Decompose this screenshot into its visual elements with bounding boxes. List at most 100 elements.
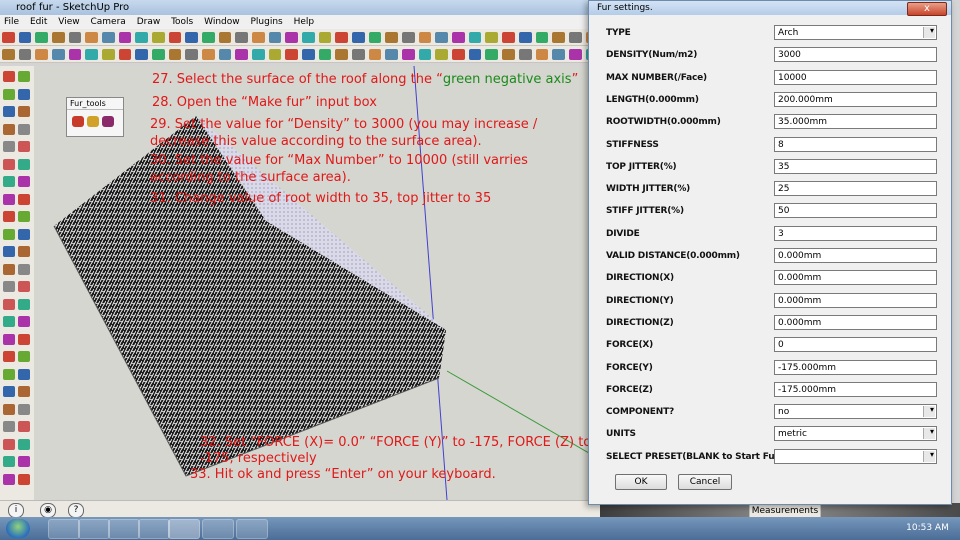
toolbar-tool-icon[interactable]: [418, 48, 432, 60]
left-tool-icon[interactable]: [3, 421, 15, 432]
toolbar-tool-icon[interactable]: [152, 48, 165, 60]
info-icon[interactable]: i: [8, 503, 24, 518]
toolbar-tool-icon[interactable]: [202, 31, 215, 43]
left-tool-icon[interactable]: [18, 123, 30, 135]
toolbar-tool-icon[interactable]: [318, 31, 332, 43]
field-input[interactable]: 50: [774, 203, 937, 218]
toolbar-tool-icon[interactable]: [18, 48, 32, 60]
left-tool-icon[interactable]: [18, 386, 30, 397]
toolbar-tool-icon[interactable]: [302, 31, 315, 43]
toolbar-tool-icon[interactable]: [152, 31, 165, 43]
cancel-button[interactable]: Cancel: [678, 474, 732, 490]
menu-plugins[interactable]: Plugins: [251, 17, 283, 27]
left-tool-icon[interactable]: [3, 71, 15, 82]
left-tool-icon[interactable]: [3, 193, 15, 205]
left-tool-icon[interactable]: [18, 211, 30, 222]
toolbar-tool-icon[interactable]: [335, 31, 349, 43]
dropdown-arrow-icon[interactable]: ▾: [930, 427, 942, 436]
taskbar-chrome-icon[interactable]: [236, 519, 268, 539]
left-tool-icon[interactable]: [18, 176, 30, 187]
ok-button[interactable]: OK: [615, 474, 667, 490]
field-input[interactable]: 3000: [774, 47, 937, 62]
left-tool-icon[interactable]: [3, 386, 15, 397]
fur-tool-edit-icon[interactable]: [87, 116, 99, 127]
toolbar-tool-icon[interactable]: [352, 48, 365, 60]
left-tool-icon[interactable]: [18, 246, 30, 257]
field-input[interactable]: 200.000mm: [774, 92, 937, 107]
left-tool-icon[interactable]: [18, 456, 30, 467]
toolbar-tool-icon[interactable]: [252, 31, 265, 43]
toolbar-tool-icon[interactable]: [85, 48, 99, 60]
toolbar-tool-icon[interactable]: [118, 48, 132, 60]
field-select[interactable]: metric: [774, 426, 937, 441]
menu-tools[interactable]: Tools: [171, 17, 193, 27]
left-tool-icon[interactable]: [3, 456, 15, 467]
toolbar-tool-icon[interactable]: [568, 48, 582, 60]
left-tool-icon[interactable]: [18, 193, 30, 205]
menu-file[interactable]: File: [4, 17, 19, 27]
toolbar-tool-icon[interactable]: [68, 31, 82, 43]
left-tool-icon[interactable]: [18, 281, 30, 292]
taskbar-photoshop-icon[interactable]: [78, 519, 110, 539]
toolbar-tool-icon[interactable]: [402, 48, 415, 60]
taskbar-firefox-icon[interactable]: [48, 519, 80, 539]
start-button[interactable]: [6, 519, 30, 538]
left-tool-icon[interactable]: [3, 281, 15, 292]
left-tool-icon[interactable]: [18, 473, 30, 485]
toolbar-tool-icon[interactable]: [435, 48, 449, 60]
taskbar-app-icon[interactable]: [108, 519, 140, 539]
toolbar-tool-icon[interactable]: [102, 31, 115, 43]
toolbar-tool-icon[interactable]: [318, 48, 332, 60]
field-input[interactable]: 35.000mm: [774, 114, 937, 129]
toolbar-tool-icon[interactable]: [268, 48, 282, 60]
left-tool-icon[interactable]: [3, 141, 15, 152]
left-tool-icon[interactable]: [18, 438, 30, 450]
field-select[interactable]: no: [774, 404, 937, 419]
left-tool-icon[interactable]: [3, 438, 15, 450]
dropdown-arrow-icon[interactable]: ▾: [930, 450, 942, 459]
toolbar-tool-icon[interactable]: [68, 48, 82, 60]
toolbar-tool-icon[interactable]: [385, 48, 399, 60]
toolbar-tool-icon[interactable]: [235, 48, 249, 60]
toolbar-tool-icon[interactable]: [502, 31, 515, 43]
field-input[interactable]: 0.000mm: [774, 270, 937, 285]
field-input[interactable]: 0.000mm: [774, 293, 937, 308]
toolbar-tool-icon[interactable]: [485, 31, 499, 43]
field-input[interactable]: 25: [774, 181, 937, 196]
left-tool-icon[interactable]: [3, 106, 15, 117]
toolbar-tool-icon[interactable]: [85, 31, 99, 43]
toolbar-tool-icon[interactable]: [118, 31, 132, 43]
taskbar-clock[interactable]: 10:53 AM: [900, 519, 955, 538]
toolbar-tool-icon[interactable]: [535, 48, 549, 60]
fur-tool-make-icon[interactable]: [72, 116, 84, 127]
toolbar-tool-icon[interactable]: [185, 48, 199, 60]
toolbar-tool-icon[interactable]: [52, 48, 65, 60]
left-tool-icon[interactable]: [18, 368, 30, 380]
toolbar-tool-icon[interactable]: [302, 48, 315, 60]
left-tool-icon[interactable]: [18, 106, 30, 117]
left-tool-icon[interactable]: [18, 421, 30, 432]
menu-camera[interactable]: Camera: [90, 17, 125, 27]
toolbar-tool-icon[interactable]: [135, 48, 149, 60]
toolbar-tool-icon[interactable]: [502, 48, 515, 60]
toolbar-tool-icon[interactable]: [168, 48, 182, 60]
field-input[interactable]: 0.000mm: [774, 315, 937, 330]
toolbar-tool-icon[interactable]: [435, 31, 449, 43]
toolbar-tool-icon[interactable]: [468, 48, 482, 60]
toolbar-tool-icon[interactable]: [402, 31, 415, 43]
toolbar-tool-icon[interactable]: [518, 48, 532, 60]
left-tool-icon[interactable]: [18, 351, 30, 362]
toolbar-tool-icon[interactable]: [35, 31, 49, 43]
taskbar-explorer-icon[interactable]: [138, 519, 170, 539]
left-tool-icon[interactable]: [18, 141, 30, 152]
menu-help[interactable]: Help: [294, 17, 315, 27]
help-icon[interactable]: ?: [68, 503, 84, 518]
field-select[interactable]: [774, 449, 937, 464]
dialog-close-button[interactable]: x: [907, 2, 947, 16]
left-tool-icon[interactable]: [18, 298, 30, 310]
toolbar-tool-icon[interactable]: [385, 31, 399, 43]
menu-window[interactable]: Window: [204, 17, 240, 27]
left-tool-icon[interactable]: [18, 316, 30, 327]
left-tool-icon[interactable]: [3, 123, 15, 135]
toolbar-tool-icon[interactable]: [35, 48, 49, 60]
